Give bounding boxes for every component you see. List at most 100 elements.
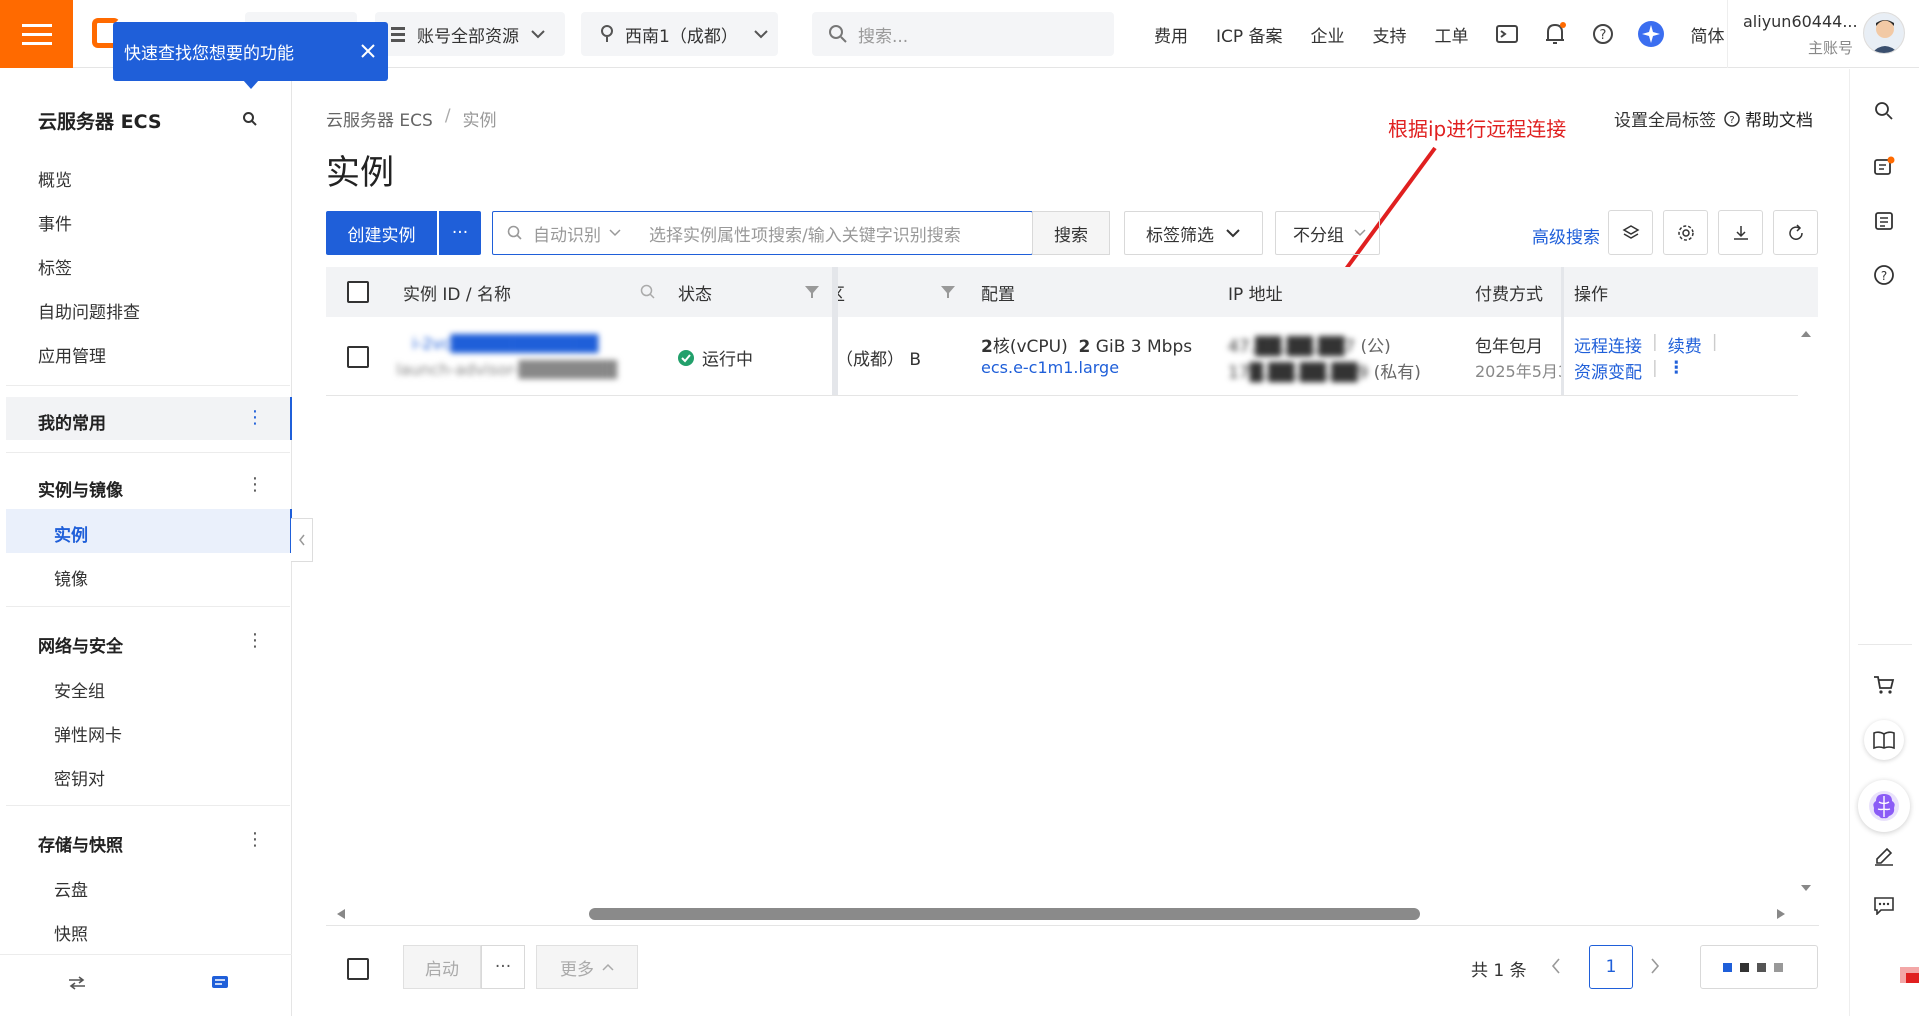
- column-header-billing: 付费方式: [1475, 285, 1543, 305]
- avatar-image: [1864, 13, 1904, 53]
- sidebar-item-app-management[interactable]: 应用管理: [38, 342, 106, 367]
- rail-search-button[interactable]: [1868, 95, 1900, 127]
- scroll-up-icon[interactable]: [1800, 330, 1812, 338]
- remote-connect-link[interactable]: 远程连接: [1574, 332, 1642, 357]
- annotation-text: 根据ip进行远程连接: [1388, 117, 1567, 141]
- notification-button[interactable]: [1531, 0, 1579, 68]
- footer-select-all-checkbox[interactable]: [347, 958, 369, 980]
- column-header-zone: 区: [838, 280, 845, 305]
- nav-billing[interactable]: 费用: [1140, 22, 1202, 47]
- ai-assistant-button[interactable]: [1627, 0, 1675, 68]
- page-size-select[interactable]: [1700, 945, 1818, 989]
- scroll-down-icon[interactable]: [1800, 884, 1812, 892]
- more-actions-icon[interactable]: ⋮: [1668, 358, 1685, 383]
- column-search-icon[interactable]: [640, 284, 656, 300]
- group-more-icon[interactable]: ⋮: [246, 831, 264, 849]
- account-scope-select[interactable]: 账号全部资源: [375, 12, 565, 56]
- rail-messages-button[interactable]: [1868, 151, 1900, 183]
- sidebar-group-storage-snapshot[interactable]: 存储与快照: [38, 831, 123, 856]
- create-instance-button[interactable]: 创建实例: [326, 211, 437, 255]
- table-header: 实例 ID / 名称 状态 区 配置 IP 地址 付费方式 操作: [326, 267, 1818, 317]
- sidebar-item-events[interactable]: 事件: [38, 210, 72, 235]
- batch-more-button[interactable]: 更多: [536, 945, 638, 989]
- export-button[interactable]: [1718, 210, 1763, 255]
- user-name[interactable]: aliyun60444...: [1743, 12, 1858, 31]
- renew-link[interactable]: 续费: [1668, 332, 1702, 357]
- sidebar-item-overview[interactable]: 概览: [38, 166, 72, 191]
- tag-filter-button[interactable]: 标签筛选: [1124, 211, 1263, 255]
- hamburger-menu-button[interactable]: [0, 0, 73, 68]
- refresh-button[interactable]: [1773, 210, 1818, 255]
- instance-search-input[interactable]: 自动识别 选择实例属性项搜索/输入关键字识别搜索: [492, 211, 1033, 255]
- region-select[interactable]: 西南1（成都）: [581, 12, 778, 56]
- sidebar-item-instances[interactable]: 实例: [54, 521, 88, 546]
- language-switch[interactable]: 简体: [1675, 22, 1741, 47]
- search-button[interactable]: 搜索: [1032, 211, 1110, 255]
- column-header-actions: 操作: [1574, 285, 1608, 305]
- sidebar-item-keypair[interactable]: 密钥对: [54, 765, 105, 790]
- nav-support[interactable]: 支持: [1359, 22, 1421, 47]
- instance-id[interactable]: i-2vc████████████: [412, 334, 598, 353]
- sidebar-item-tags[interactable]: 标签: [38, 254, 72, 279]
- group-more-icon[interactable]: ⋮: [246, 632, 264, 650]
- sidebar-item-disk[interactable]: 云盘: [54, 876, 88, 901]
- search-mode-select[interactable]: 自动识别: [533, 221, 601, 246]
- feedback-icon[interactable]: [211, 975, 229, 991]
- sidebar-group-instances-images[interactable]: 实例与镜像: [38, 476, 123, 501]
- rail-ai-assistant-button[interactable]: [1858, 780, 1910, 832]
- switch-icon[interactable]: [68, 976, 86, 990]
- private-ip-value[interactable]: 17█.██.██.██9: [1228, 363, 1368, 383]
- search-icon: [507, 225, 522, 240]
- breadcrumb-ecs[interactable]: 云服务器 ECS: [326, 106, 433, 131]
- sidebar-collapse-button[interactable]: [291, 518, 313, 562]
- rail-cart-button[interactable]: [1868, 669, 1900, 701]
- layers-button[interactable]: [1608, 210, 1653, 255]
- download-icon: [1733, 225, 1748, 240]
- resize-link[interactable]: 资源变配: [1574, 358, 1642, 383]
- sidebar-item-troubleshoot[interactable]: 自助问题排查: [38, 298, 140, 323]
- sidebar-item-images[interactable]: 镜像: [54, 565, 88, 590]
- create-more-button[interactable]: ···: [439, 211, 481, 255]
- chevron-down-icon: [1226, 229, 1240, 238]
- sidebar-favorites[interactable]: 我的常用: [38, 409, 106, 434]
- rail-edit-button[interactable]: [1868, 840, 1900, 872]
- prev-page-icon[interactable]: [1551, 958, 1561, 974]
- rail-docs-button[interactable]: [1864, 720, 1904, 760]
- next-page-icon[interactable]: [1650, 958, 1660, 974]
- page-1-button[interactable]: 1: [1589, 945, 1633, 989]
- public-ip-value[interactable]: 47.██.██.██7: [1228, 337, 1355, 357]
- rail-help-button[interactable]: ?: [1868, 259, 1900, 291]
- filter-icon[interactable]: [940, 285, 956, 299]
- filter-icon[interactable]: [804, 285, 820, 299]
- row-checkbox[interactable]: [347, 346, 369, 368]
- nav-enterprise[interactable]: 企业: [1297, 22, 1359, 47]
- select-all-checkbox[interactable]: [347, 281, 369, 303]
- start-button[interactable]: 启动: [403, 945, 481, 989]
- scroll-left-icon[interactable]: [336, 908, 346, 920]
- close-icon[interactable]: [360, 43, 376, 59]
- help-button[interactable]: ?: [1579, 0, 1627, 68]
- nav-icp[interactable]: ICP 备案: [1202, 22, 1297, 47]
- nav-ticket[interactable]: 工单: [1421, 22, 1483, 47]
- sidebar-item-security-group[interactable]: 安全组: [54, 677, 105, 702]
- rail-tasks-button[interactable]: [1868, 205, 1900, 237]
- global-tags-link[interactable]: 设置全局标签: [1614, 106, 1716, 131]
- group-more-icon[interactable]: ⋮: [246, 476, 264, 494]
- rail-chat-button[interactable]: [1868, 889, 1900, 921]
- avatar[interactable]: [1863, 12, 1905, 54]
- terminal-button[interactable]: [1483, 0, 1531, 68]
- sidebar-item-snapshot[interactable]: 快照: [54, 920, 88, 945]
- global-search-input[interactable]: 搜索...: [812, 12, 1114, 56]
- instance-type-link[interactable]: ecs.e-c1m1.large: [981, 358, 1119, 377]
- footer-more-button[interactable]: ···: [481, 945, 525, 989]
- advanced-search-link[interactable]: 高级搜索: [1532, 223, 1600, 248]
- sidebar-group-network-security[interactable]: 网络与安全: [38, 632, 123, 657]
- settings-button[interactable]: [1663, 210, 1708, 255]
- favorites-more-icon[interactable]: ⋮: [246, 409, 264, 427]
- group-select[interactable]: 不分组: [1275, 211, 1380, 255]
- scroll-right-icon[interactable]: [1776, 908, 1786, 920]
- help-docs-link[interactable]: ? 帮助文档: [1724, 106, 1813, 131]
- sidebar-item-eni[interactable]: 弹性网卡: [54, 721, 122, 746]
- horizontal-scrollbar-thumb[interactable]: [589, 908, 1420, 920]
- sidebar-search-icon[interactable]: [242, 111, 258, 127]
